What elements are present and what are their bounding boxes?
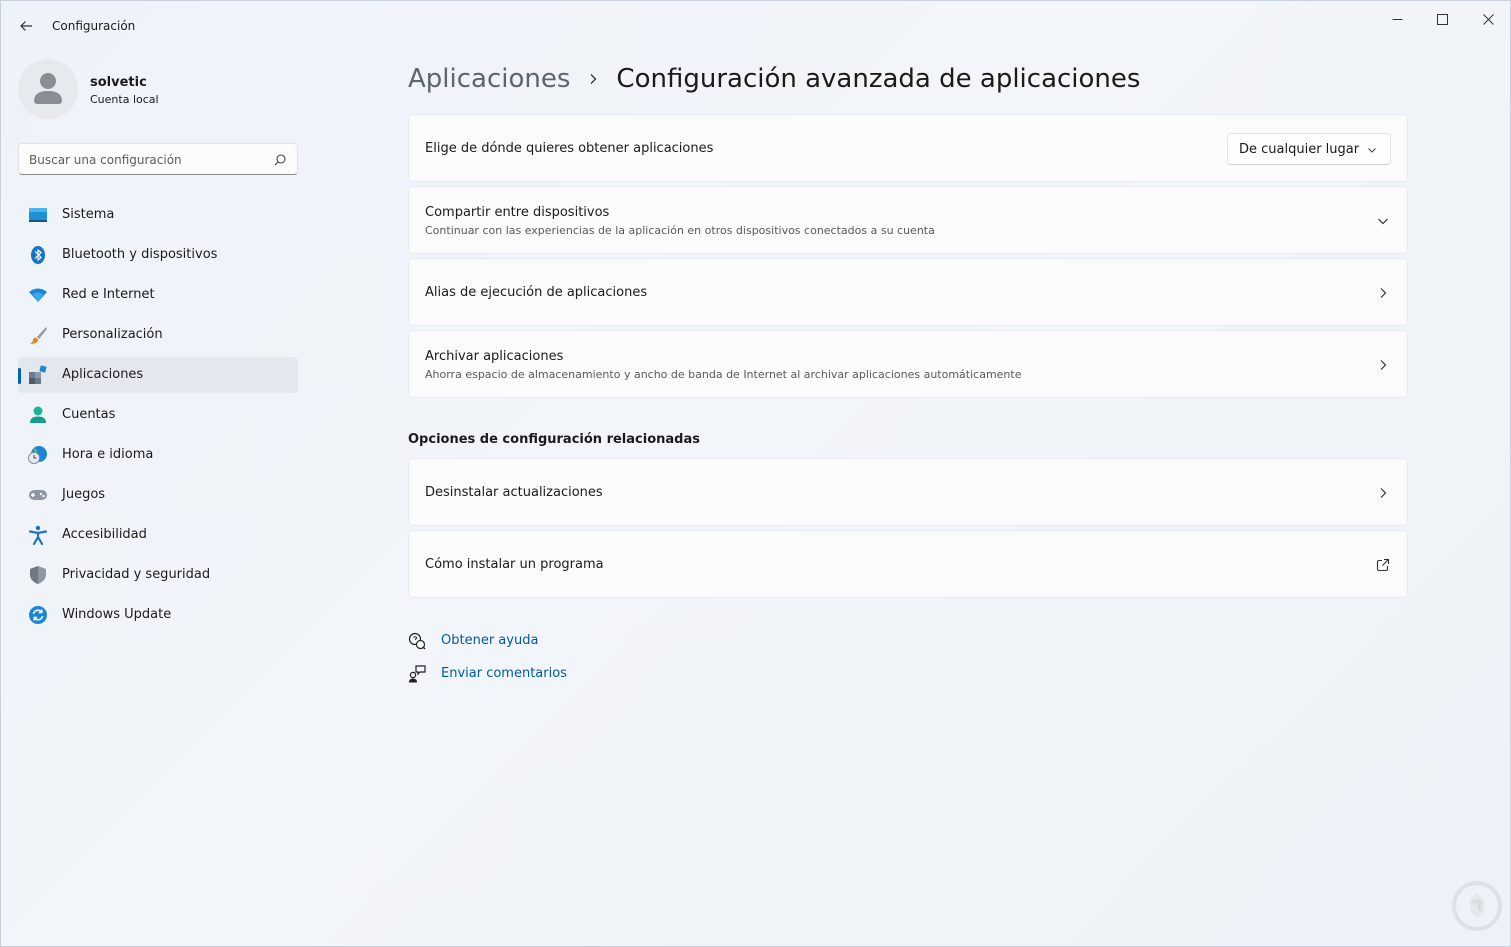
sidebar-item-red[interactable]: Red e Internet	[18, 277, 298, 313]
selection-indicator	[18, 368, 21, 384]
chevron-down-icon[interactable]	[1375, 213, 1391, 229]
setting-subtitle: Continuar con las experiencias de la apl…	[425, 224, 935, 237]
get-help-link[interactable]: Obtener ayuda	[408, 631, 538, 651]
breadcrumb-parent[interactable]: Aplicaciones	[408, 64, 570, 94]
app-title: Configuración	[52, 19, 136, 33]
sidebar-item-label: Cuentas	[62, 407, 116, 422]
settings-window: Configuración solvetic Cuenta local Sist…	[0, 0, 1511, 947]
sidebar-nav: Sistema Bluetooth y dispositivos Red e I…	[18, 197, 298, 637]
gamepad-icon	[28, 485, 48, 505]
chevron-right-icon	[1375, 485, 1391, 501]
send-feedback-link[interactable]: Enviar comentarios	[408, 664, 567, 684]
shield-icon	[28, 565, 48, 585]
sidebar-item-cuentas[interactable]: Cuentas	[18, 397, 298, 433]
sidebar-item-label: Personalización	[62, 327, 163, 342]
sidebar-item-label: Accesibilidad	[62, 527, 147, 542]
setting-app-execution-alias[interactable]: Alias de ejecución de aplicaciones	[408, 258, 1408, 326]
sidebar-item-label: Bluetooth y dispositivos	[62, 247, 218, 262]
chevron-right-icon	[588, 73, 598, 85]
setting-title: Desinstalar actualizaciones	[425, 485, 603, 500]
setting-app-source: Elige de dónde quieres obtener aplicacio…	[408, 114, 1408, 182]
setting-title: Elige de dónde quieres obtener aplicacio…	[425, 141, 714, 156]
chevron-right-icon	[1375, 357, 1391, 373]
sidebar-item-label: Privacidad y seguridad	[62, 567, 211, 582]
app-source-dropdown[interactable]: De cualquier lugar	[1227, 133, 1391, 165]
sidebar-item-label: Windows Update	[62, 607, 172, 622]
bluetooth-icon	[28, 245, 48, 265]
sync-icon	[28, 605, 48, 625]
sidebar-item-label: Juegos	[62, 487, 106, 502]
close-icon	[1482, 13, 1494, 25]
sidebar-item-label: Sistema	[62, 207, 115, 222]
setting-title: Cómo instalar un programa	[425, 557, 604, 572]
paintbrush-icon	[28, 325, 48, 345]
watermark-logo	[1452, 881, 1502, 931]
setting-title: Archivar aplicaciones	[425, 349, 564, 364]
user-silhouette-icon	[34, 73, 62, 104]
minimize-button[interactable]	[1374, 5, 1420, 33]
related-install-program[interactable]: Cómo instalar un programa	[408, 530, 1408, 598]
setting-archive-apps[interactable]: Archivar aplicaciones Ahorra espacio de …	[408, 330, 1408, 398]
search-input[interactable]	[29, 150, 259, 170]
search-icon[interactable]	[273, 153, 287, 167]
sidebar-item-accesibilidad[interactable]: Accesibilidad	[18, 517, 298, 553]
chevron-right-icon	[1375, 285, 1391, 301]
accessibility-icon	[28, 525, 48, 545]
maximize-button[interactable]	[1419, 5, 1465, 33]
sidebar-item-bluetooth[interactable]: Bluetooth y dispositivos	[18, 237, 298, 273]
sidebar-item-aplicaciones[interactable]: Aplicaciones	[18, 357, 298, 393]
sidebar-item-windows-update[interactable]: Windows Update	[18, 597, 298, 633]
minimize-icon	[1392, 18, 1402, 20]
related-settings-heading: Opciones de configuración relacionadas	[408, 432, 700, 447]
maximize-icon	[1436, 13, 1448, 25]
title-bar: Configuración	[1, 1, 1510, 49]
sidebar-item-label: Aplicaciones	[62, 367, 144, 382]
account-type: Cuenta local	[90, 93, 159, 106]
sidebar-item-label: Red e Internet	[62, 287, 155, 302]
chevron-down-icon	[1368, 148, 1376, 153]
sidebar-item-juegos[interactable]: Juegos	[18, 477, 298, 513]
setting-title: Alias de ejecución de aplicaciones	[425, 285, 648, 300]
user-name: solvetic	[90, 75, 147, 90]
dropdown-value: De cualquier lugar	[1239, 142, 1360, 157]
sidebar-item-label: Hora e idioma	[62, 447, 154, 462]
send-feedback-label[interactable]: Enviar comentarios	[441, 666, 567, 681]
arrow-left-icon	[20, 21, 32, 31]
sidebar-item-hora[interactable]: Hora e idioma	[18, 437, 298, 473]
sidebar-item-personalizacion[interactable]: Personalización	[18, 317, 298, 353]
avatar[interactable]	[18, 59, 78, 119]
page-title: Configuración avanzada de aplicaciones	[616, 64, 1141, 94]
setting-title: Compartir entre dispositivos	[425, 205, 610, 220]
sidebar-item-sistema[interactable]: Sistema	[18, 197, 298, 233]
clock-globe-icon	[28, 445, 48, 465]
help-chat-icon	[408, 632, 426, 650]
breadcrumb: Aplicaciones Configuración avanzada de a…	[408, 59, 1140, 99]
apps-icon	[28, 365, 48, 385]
back-button[interactable]	[13, 13, 39, 39]
related-uninstall-updates[interactable]: Desinstalar actualizaciones	[408, 458, 1408, 526]
get-help-label[interactable]: Obtener ayuda	[441, 633, 538, 648]
external-link-icon	[1375, 557, 1391, 573]
close-button[interactable]	[1465, 5, 1511, 33]
person-icon	[28, 405, 48, 425]
sidebar-item-privacidad[interactable]: Privacidad y seguridad	[18, 557, 298, 593]
setting-subtitle: Ahorra espacio de almacenamiento y ancho…	[425, 368, 1022, 381]
feedback-icon	[408, 665, 426, 683]
monitor-icon	[28, 205, 48, 225]
search-box[interactable]	[18, 143, 298, 175]
setting-share-devices[interactable]: Compartir entre dispositivos Continuar c…	[408, 186, 1408, 254]
wifi-icon	[28, 285, 48, 305]
